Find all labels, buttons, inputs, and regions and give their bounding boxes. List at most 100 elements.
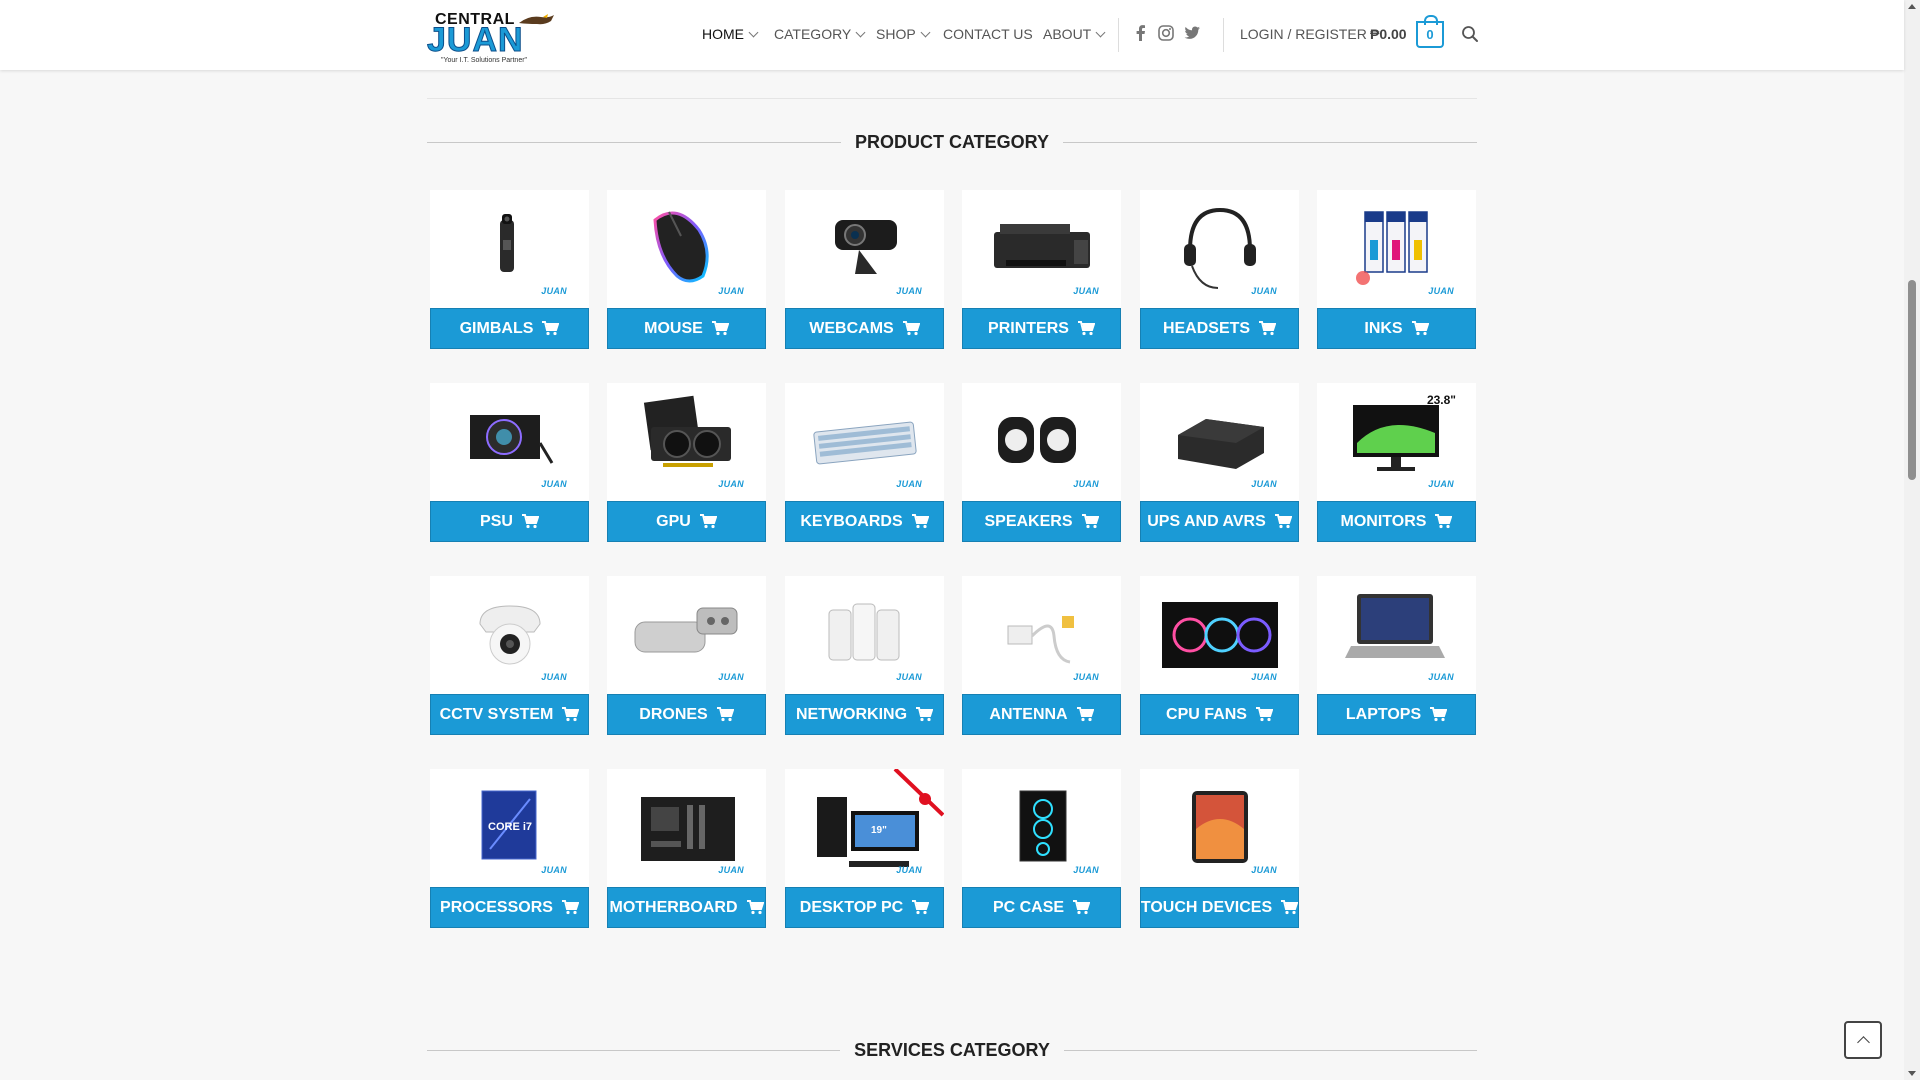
- category-button[interactable]: LAPTOPS: [1317, 694, 1476, 735]
- scroll-up-arrow-icon[interactable]: [1908, 4, 1916, 9]
- category-button[interactable]: DESKTOP PC: [785, 887, 944, 928]
- category-button[interactable]: HEADSETS: [1140, 308, 1299, 349]
- category-button[interactable]: SPEAKERS: [962, 501, 1121, 542]
- category-image[interactable]: JUAN 19": [785, 769, 944, 887]
- category-image[interactable]: JUAN: [607, 383, 766, 501]
- twitter-icon[interactable]: [1183, 24, 1201, 42]
- category-card[interactable]: JUAN PSU: [430, 383, 589, 542]
- category-image[interactable]: JUAN 23.8": [1317, 383, 1476, 501]
- category-image[interactable]: JUAN: [962, 383, 1121, 501]
- category-card[interactable]: JUAN PRINTERS: [962, 190, 1121, 349]
- category-card[interactable]: JUAN CCTV SYSTEM: [430, 576, 589, 735]
- category-image[interactable]: JUAN: [607, 190, 766, 308]
- category-button[interactable]: PRINTERS: [962, 308, 1121, 349]
- category-card[interactable]: JUAN MOTHERBOARD: [607, 769, 766, 928]
- category-button[interactable]: MOTHERBOARD: [607, 887, 766, 928]
- category-image[interactable]: JUAN: [1317, 576, 1476, 694]
- category-image[interactable]: JUAN: [1140, 576, 1299, 694]
- back-to-top-button[interactable]: [1844, 1021, 1882, 1059]
- search-icon[interactable]: [1461, 25, 1479, 43]
- category-image[interactable]: JUAN: [785, 190, 944, 308]
- category-button[interactable]: CPU FANS: [1140, 694, 1299, 735]
- scrollbar-thumb[interactable]: [1908, 280, 1916, 480]
- category-button[interactable]: INKS: [1317, 308, 1476, 349]
- category-image[interactable]: JUAN: [430, 576, 589, 694]
- category-image[interactable]: JUAN: [785, 576, 944, 694]
- category-card[interactable]: JUAN CORE i7 PROCESSORS: [430, 769, 589, 928]
- category-image[interactable]: JUAN: [607, 576, 766, 694]
- category-image[interactable]: JUAN: [430, 190, 589, 308]
- category-button[interactable]: PROCESSORS: [430, 887, 589, 928]
- watermark: JUAN: [1073, 286, 1099, 296]
- nav-contact-label: CONTACT US: [943, 26, 1033, 42]
- category-button[interactable]: ANTENNA: [962, 694, 1121, 735]
- category-button[interactable]: DRONES: [607, 694, 766, 735]
- category-button[interactable]: TOUCH DEVICES: [1140, 887, 1299, 928]
- category-image[interactable]: JUAN: [785, 383, 944, 501]
- category-card[interactable]: JUAN PC CASE: [962, 769, 1121, 928]
- nav-shop-label: SHOP: [876, 26, 916, 42]
- watermark: JUAN: [896, 865, 922, 875]
- category-card[interactable]: JUAN GIMBALS: [430, 190, 589, 349]
- nav-contact[interactable]: CONTACT US: [943, 26, 1033, 42]
- cart-icon: [1411, 321, 1429, 336]
- category-image[interactable]: JUAN: [1317, 190, 1476, 308]
- category-button[interactable]: GPU: [607, 501, 766, 542]
- category-card[interactable]: JUAN GPU: [607, 383, 766, 542]
- category-card[interactable]: JUAN CPU FANS: [1140, 576, 1299, 735]
- logo-tagline: "Your I.T. Solutions Partner": [441, 57, 528, 64]
- category-card[interactable]: JUAN ANTENNA: [962, 576, 1121, 735]
- cart-icon: [699, 514, 717, 529]
- category-card[interactable]: JUAN KEYBOARDS: [785, 383, 944, 542]
- category-image[interactable]: JUAN: [1140, 190, 1299, 308]
- category-button[interactable]: CCTV SYSTEM: [430, 694, 589, 735]
- cart-total[interactable]: ₱0.00: [1370, 26, 1407, 42]
- category-button[interactable]: GIMBALS: [430, 308, 589, 349]
- category-image[interactable]: JUAN: [1140, 769, 1299, 887]
- site-logo[interactable]: CENTRAL JUAN "Your I.T. Solutions Partne…: [427, 11, 555, 64]
- page-scrollbar[interactable]: [1904, 0, 1920, 1080]
- facebook-icon[interactable]: [1132, 24, 1150, 42]
- category-button[interactable]: MOUSE: [607, 308, 766, 349]
- category-button[interactable]: KEYBOARDS: [785, 501, 944, 542]
- category-button[interactable]: WEBCAMS: [785, 308, 944, 349]
- category-image[interactable]: JUAN CORE i7: [430, 769, 589, 887]
- nav-shop[interactable]: SHOP: [876, 26, 931, 42]
- category-card[interactable]: JUAN TOUCH DEVICES: [1140, 769, 1299, 928]
- category-label: CCTV SYSTEM: [439, 705, 554, 723]
- category-image[interactable]: JUAN: [962, 769, 1121, 887]
- category-card[interactable]: JUAN INKS: [1317, 190, 1476, 349]
- category-label: SPEAKERS: [984, 512, 1073, 530]
- category-button[interactable]: PC CASE: [962, 887, 1121, 928]
- login-register-link[interactable]: LOGIN / REGISTER: [1240, 26, 1367, 42]
- category-card[interactable]: JUAN LAPTOPS: [1317, 576, 1476, 735]
- category-image[interactable]: JUAN: [607, 769, 766, 887]
- category-card[interactable]: JUAN 19" DESKTOP PC: [785, 769, 944, 928]
- category-button[interactable]: UPS AND AVRS: [1140, 501, 1299, 542]
- cart-icon: [916, 707, 934, 722]
- category-card[interactable]: JUAN NETWORKING: [785, 576, 944, 735]
- watermark: JUAN: [1428, 286, 1454, 296]
- category-image[interactable]: JUAN: [1140, 383, 1299, 501]
- category-button[interactable]: PSU: [430, 501, 589, 542]
- category-card[interactable]: JUAN DRONES: [607, 576, 766, 735]
- category-button[interactable]: NETWORKING: [785, 694, 944, 735]
- watermark: JUAN: [1251, 865, 1277, 875]
- cart-count-badge[interactable]: 0: [1416, 15, 1444, 48]
- category-button[interactable]: MONITORS: [1317, 501, 1476, 542]
- nav-about[interactable]: ABOUT: [1043, 26, 1106, 42]
- instagram-icon[interactable]: [1157, 24, 1175, 42]
- category-image[interactable]: JUAN: [962, 190, 1121, 308]
- category-card[interactable]: JUAN UPS AND AVRS: [1140, 383, 1299, 542]
- scroll-down-arrow-icon[interactable]: [1908, 1071, 1916, 1076]
- nav-home[interactable]: HOME: [702, 26, 759, 42]
- cart-icon: [561, 900, 579, 915]
- category-card[interactable]: JUAN 23.8" MONITORS: [1317, 383, 1476, 542]
- category-image[interactable]: JUAN: [962, 576, 1121, 694]
- category-card[interactable]: JUAN MOUSE: [607, 190, 766, 349]
- nav-category[interactable]: CATEGORY: [774, 26, 866, 42]
- category-card[interactable]: JUAN SPEAKERS: [962, 383, 1121, 542]
- category-card[interactable]: JUAN WEBCAMS: [785, 190, 944, 349]
- category-card[interactable]: JUAN HEADSETS: [1140, 190, 1299, 349]
- category-image[interactable]: JUAN: [430, 383, 589, 501]
